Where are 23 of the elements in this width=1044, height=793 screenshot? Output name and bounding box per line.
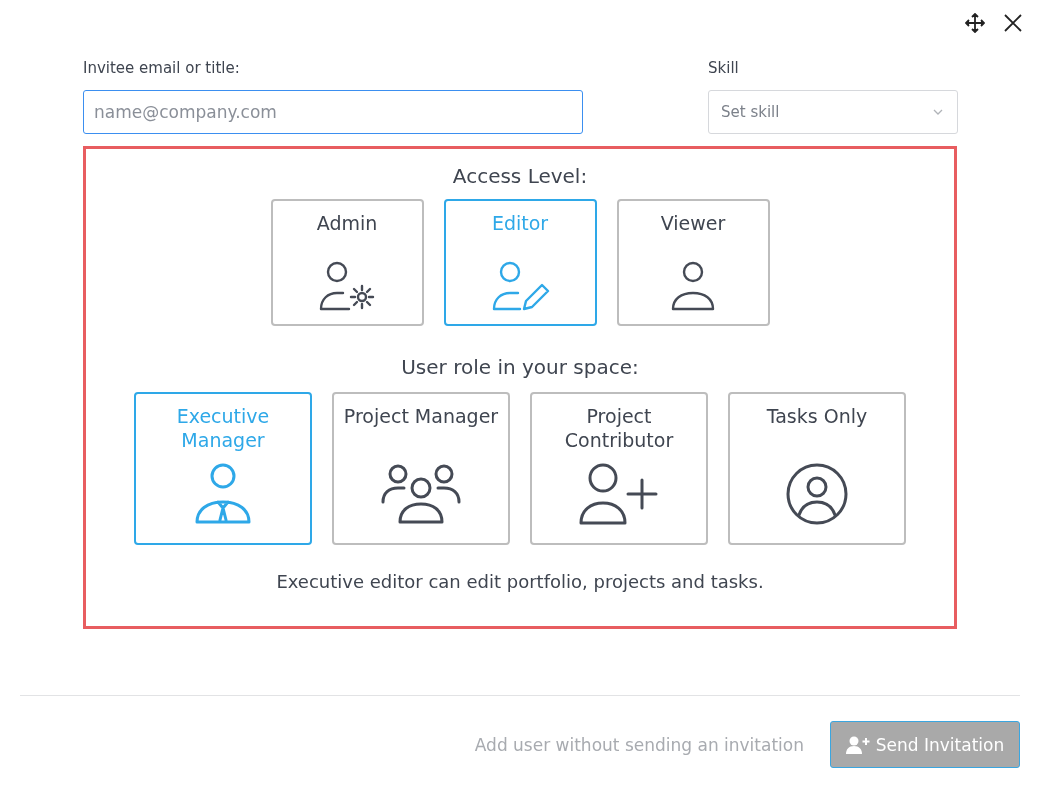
user-circle-icon bbox=[785, 462, 849, 526]
user-gear-icon bbox=[317, 259, 377, 313]
skill-select[interactable]: Set skill bbox=[708, 90, 958, 134]
email-input[interactable]: name@company.com bbox=[83, 90, 583, 134]
field-label: Invitee email or title: bbox=[83, 58, 241, 78]
section-title: User role in your space: bbox=[401, 354, 639, 380]
move-icon[interactable] bbox=[964, 12, 986, 34]
group-icon bbox=[380, 462, 462, 526]
user-icon bbox=[670, 259, 716, 313]
user-role-option[interactable]: Project Manager bbox=[332, 392, 510, 545]
chevron-down-icon bbox=[933, 109, 943, 115]
access-level-option[interactable]: Viewer bbox=[616, 199, 770, 326]
user-plus-icon bbox=[845, 735, 870, 754]
close-icon[interactable] bbox=[1002, 12, 1024, 34]
user-pencil-icon bbox=[490, 259, 550, 313]
user-tie-icon bbox=[194, 462, 252, 526]
role-description: Executive editor can edit portfolio, projects and tasks. bbox=[276, 571, 764, 592]
user-plus-icon bbox=[578, 462, 660, 526]
section-title: Access Level: bbox=[452, 163, 588, 189]
access-level-option[interactable]: Admin bbox=[270, 199, 424, 326]
user-role-option[interactable]: Project Contributor bbox=[530, 392, 708, 545]
user-role-option[interactable]: Tasks Only bbox=[728, 392, 906, 545]
field-label: Skill bbox=[708, 58, 740, 78]
